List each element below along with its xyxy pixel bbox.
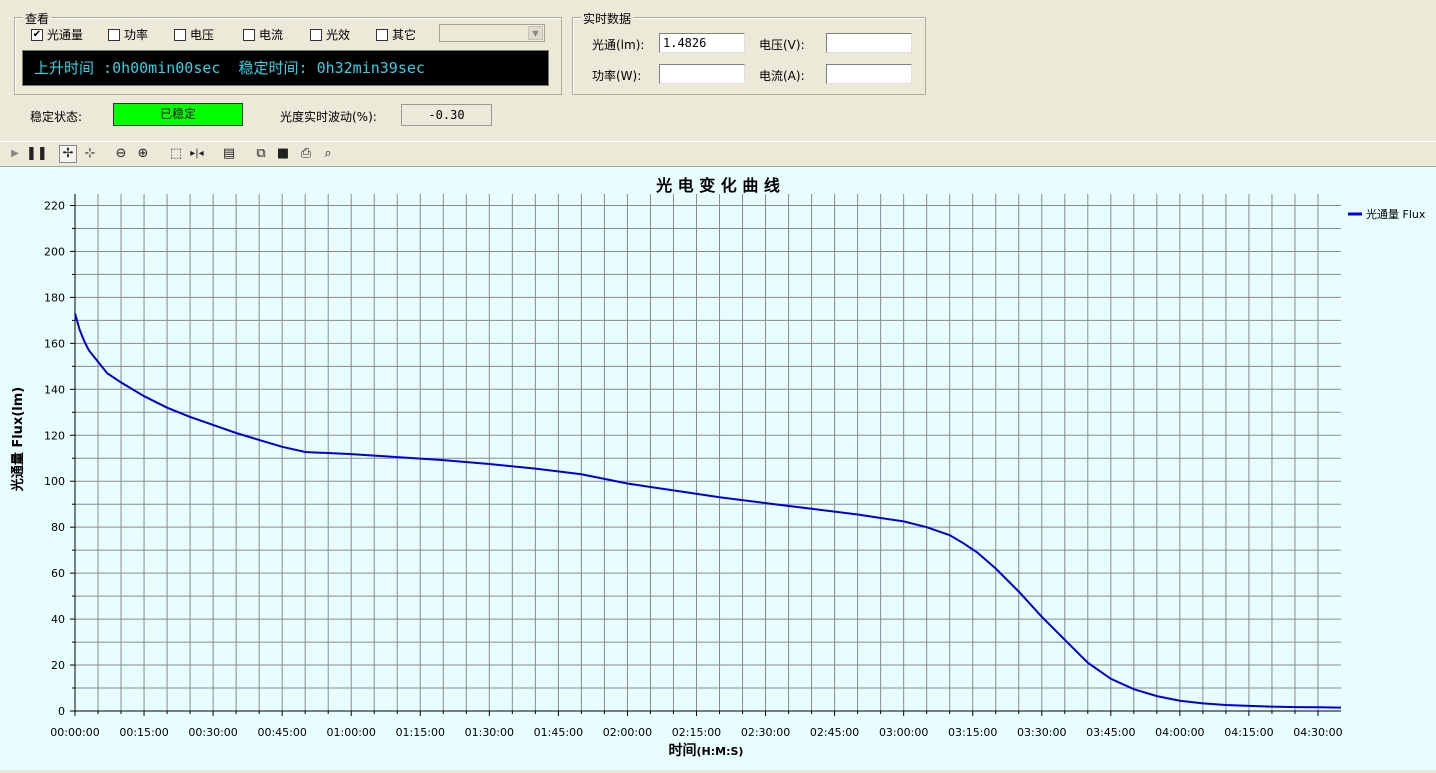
stable-status-indicator: 已稳定 — [113, 103, 243, 126]
zoom-out-icon[interactable]: ⊖ — [112, 145, 130, 163]
y-tick-label: 80 — [51, 521, 65, 534]
y-tick-label: 220 — [44, 199, 65, 212]
x-axis-label: 时间(H:M:S) — [669, 742, 744, 759]
x-tick-label: 03:30:00 — [1017, 726, 1066, 739]
x-tick-label: 00:15:00 — [119, 726, 168, 739]
x-tick-label: 00:30:00 — [188, 726, 237, 739]
play-icon[interactable]: ▶ — [6, 145, 24, 163]
checkbox-box[interactable] — [108, 28, 120, 41]
checkbox-label: 电流 — [259, 28, 284, 42]
x-tick-label: 03:45:00 — [1086, 726, 1135, 739]
view-group-title: 查看 — [23, 10, 52, 27]
checkmark-icon[interactable]: ✔ — [31, 28, 43, 41]
time-display: 上升时间 :0h00min00sec 稳定时间: 0h32min39sec — [22, 50, 549, 86]
y-tick-label: 140 — [44, 383, 65, 396]
checkbox-efficacy[interactable]: 光效 — [310, 26, 350, 43]
fit-icon[interactable]: ▸|◂ — [188, 145, 206, 163]
x-axis-label-unit: (H:M:S) — [697, 745, 744, 758]
y-tick-label: 0 — [58, 705, 65, 718]
print-preview-icon[interactable]: ⌕ — [319, 145, 337, 163]
current-label: 电流(A): — [759, 69, 805, 83]
checkbox-label: 光通量 — [47, 28, 84, 42]
fluctuation-value: -0.30 — [401, 104, 492, 126]
checkbox-box[interactable] — [243, 28, 255, 41]
flux-field[interactable]: 1.4826 — [659, 33, 745, 53]
x-tick-label: 02:45:00 — [810, 726, 859, 739]
select-rect-icon[interactable]: ⬚ — [167, 145, 185, 163]
checkbox-label: 功率 — [124, 28, 149, 42]
x-tick-label: 04:15:00 — [1224, 726, 1273, 739]
zoom-in-icon[interactable]: ⊕ — [134, 145, 152, 163]
pause-icon[interactable]: ❚❚ — [26, 145, 48, 163]
stable-status-label: 稳定状态: — [30, 110, 83, 124]
x-tick-label: 01:30:00 — [465, 726, 514, 739]
y-axis-label: 光通量 Flux(lm) — [10, 387, 26, 492]
chart-toolbar: ▶ ❚❚ ✢ ⊹ ⊖ ⊕ ⬚ ▸|◂ ▤ ⧉ ■ ⎙ ⌕ — [0, 141, 1436, 167]
rise-time-label: 上升时间 : — [34, 59, 113, 77]
checkbox-label: 光效 — [326, 28, 351, 42]
y-tick-label: 100 — [44, 475, 65, 488]
checkbox-label: 其它 — [392, 28, 417, 42]
checkbox-box[interactable] — [376, 28, 388, 41]
legend: 光通量 Flux — [1348, 207, 1426, 221]
checkbox-current[interactable]: 电流 — [243, 26, 283, 43]
checkbox-other[interactable]: 其它 — [376, 26, 416, 43]
realtime-group-title: 实时数据 — [581, 10, 634, 27]
checkbox-label: 电压 — [190, 28, 215, 42]
fluctuation-label: 光度实时波动(%): — [280, 110, 377, 124]
flux-chart[interactable]: 光 电 变 化 曲 线 0 20 40 60 80 100 120 140 160 180 200 2… — [0, 167, 1436, 770]
x-tick-label: 02:30:00 — [741, 726, 790, 739]
x-tick-label: 00:00:00 — [50, 726, 99, 739]
print-icon[interactable]: ⎙ — [297, 145, 315, 163]
pan-icon[interactable]: ✢ — [59, 145, 77, 163]
plot-area — [75, 194, 1341, 711]
power-label: 功率(W): — [592, 69, 642, 83]
x-tick-label: 01:00:00 — [327, 726, 376, 739]
x-tick-label: 02:00:00 — [603, 726, 652, 739]
x-tick-label: 02:15:00 — [672, 726, 721, 739]
x-tick-label: 01:15:00 — [396, 726, 445, 739]
other-param-combo[interactable]: ▼ — [439, 24, 545, 42]
checkbox-voltage[interactable]: 电压 — [174, 26, 214, 43]
x-tick-label: 04:30:00 — [1293, 726, 1342, 739]
y-tick-label: 40 — [51, 613, 65, 626]
legend-label: 光通量 Flux — [1366, 207, 1426, 221]
y-tick-label: 160 — [44, 337, 65, 350]
y-tick-label: 20 — [51, 659, 65, 672]
y-tick-label: 180 — [44, 291, 65, 304]
x-tick-label: 03:00:00 — [879, 726, 928, 739]
checkbox-flux[interactable]: ✔ 光通量 — [31, 26, 83, 43]
checkbox-box[interactable] — [174, 28, 186, 41]
y-tick-label: 200 — [44, 245, 65, 258]
rise-time-value: 0h00min00sec — [112, 59, 221, 77]
x-tick-label: 00:45:00 — [257, 726, 306, 739]
copy-icon[interactable]: ⧉ — [252, 145, 270, 163]
flux-label: 光通(lm): — [592, 38, 645, 52]
y-tick-label: 120 — [44, 429, 65, 442]
voltage-field[interactable] — [826, 33, 912, 53]
chart-area[interactable]: 光 电 变 化 曲 线 0 20 40 60 80 100 120 140 160 180 200 2… — [0, 167, 1436, 770]
checkbox-power[interactable]: 功率 — [108, 26, 148, 43]
chart-title: 光 电 变 化 曲 线 — [655, 176, 780, 195]
stable-time-label: 稳定时间: — [238, 59, 308, 77]
x-tick-label: 01:45:00 — [534, 726, 583, 739]
voltage-label: 电压(V): — [759, 38, 805, 52]
save-icon[interactable]: ■ — [274, 145, 292, 163]
power-field[interactable] — [659, 64, 745, 84]
y-tick-label: 60 — [51, 567, 65, 580]
x-tick-label: 04:00:00 — [1155, 726, 1204, 739]
x-tick-label: 03:15:00 — [948, 726, 997, 739]
stable-time-value: 0h32min39sec — [316, 59, 425, 77]
properties-icon[interactable]: ▤ — [220, 145, 238, 163]
chevron-down-icon[interactable]: ▼ — [528, 26, 543, 40]
current-field[interactable] — [826, 64, 912, 84]
zoom-box-icon[interactable]: ⊹ — [81, 145, 99, 163]
x-axis-label-main: 时间 — [669, 742, 697, 759]
checkbox-box[interactable] — [310, 28, 322, 41]
